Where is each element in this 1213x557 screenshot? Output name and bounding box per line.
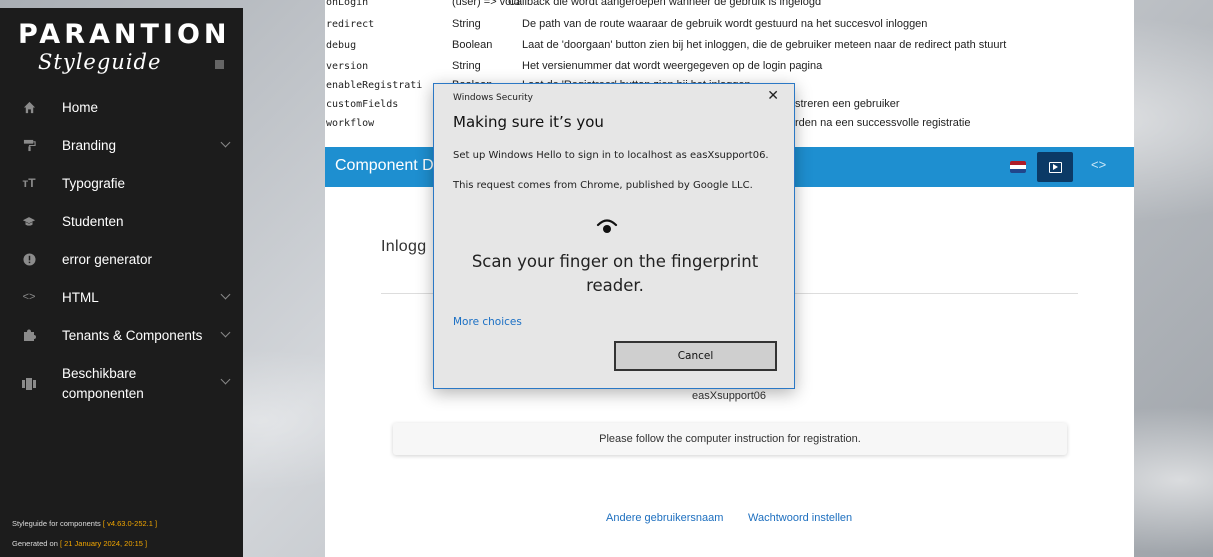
cancel-button[interactable]: Cancel: [614, 341, 777, 371]
sidebar-item-tenants-components[interactable]: Tenants & Components: [0, 316, 243, 354]
fingerprint-icon: [596, 216, 618, 236]
generated-date: [ 21 January 2024, 20:15 ]: [59, 539, 148, 548]
sidebar-item-label: Branding: [62, 137, 117, 153]
other-username-link[interactable]: Andere gebruikersnaam: [606, 512, 723, 524]
home-icon: [22, 100, 36, 114]
generated-label: Generated on: [12, 539, 58, 548]
dialog-message: Set up Windows Hello to sign in to local…: [453, 150, 769, 161]
param-name: redirect: [326, 19, 375, 30]
param-description: Laat de 'doorgaan' button zien bij het i…: [522, 39, 1007, 51]
sidebar-item-beschikbare-componenten[interactable]: Beschikbare componenten: [0, 354, 243, 414]
sidebar-item-label: error generator: [62, 251, 153, 267]
sidebar-item-studenten[interactable]: Studenten: [0, 202, 243, 240]
sidebar-item-label: Home: [62, 99, 99, 115]
scan-instruction: Scan your finger on the fingerprint read…: [471, 252, 759, 295]
sidebar-item-home[interactable]: Home: [0, 88, 243, 126]
sidebar-item-label: Studenten: [62, 213, 124, 229]
logo[interactable]: PARANTION Styleguide: [18, 20, 228, 86]
sidebar-item-label: Beschikbare componenten: [62, 366, 144, 401]
param-name: onLogin: [326, 0, 369, 8]
version-footer: Styleguide for components [ v4.63.0-252.…: [12, 519, 157, 528]
chevron-down-icon[interactable]: [220, 374, 231, 385]
logo-square: [215, 60, 224, 69]
dialog-caption: Windows Security: [453, 93, 533, 103]
sidebar-item-typografie[interactable]: тТ Typografie: [0, 164, 243, 202]
puzzle-icon: [22, 328, 36, 342]
instruction-notice: Please follow the computer instruction f…: [393, 423, 1067, 455]
windows-security-dialog: Windows Security ✕ Making sure it’s you …: [433, 83, 795, 389]
param-name: version: [326, 61, 369, 72]
close-icon[interactable]: ✕: [767, 88, 779, 104]
code-icon: <>: [22, 291, 36, 303]
sidebar-item-html[interactable]: <> HTML: [0, 278, 243, 316]
sidebar-nav: Home Branding тТ Typografie Studenten er…: [0, 88, 243, 414]
login-heading: Inlogg: [381, 238, 427, 255]
logo-title: PARANTION: [18, 19, 231, 50]
param-description: De path van de route waaraar de gebruik …: [522, 18, 928, 30]
preview-icon: [1048, 161, 1062, 173]
param-name: workflow: [326, 118, 375, 129]
more-choices-link[interactable]: More choices: [453, 316, 522, 328]
logo-subtitle: Styleguide: [38, 50, 162, 74]
chevron-down-icon[interactable]: [220, 289, 231, 300]
param-type: String: [452, 60, 481, 72]
username-label: easXsupport06: [692, 390, 766, 402]
exclamation-circle-icon: [22, 252, 36, 266]
version-label: Styleguide for components: [12, 519, 101, 528]
paint-roller-icon: [22, 138, 36, 152]
param-type: String: [452, 18, 481, 30]
preview-toggle-button[interactable]: [1037, 152, 1073, 182]
param-type: Boolean: [452, 39, 493, 51]
set-password-link[interactable]: Wachtwoord instellen: [748, 512, 852, 524]
sidebar-item-error-generator[interactable]: error generator: [0, 240, 243, 278]
graduation-cap-icon: [22, 214, 36, 228]
sidebar-item-branding[interactable]: Branding: [0, 126, 243, 164]
generated-footer: Generated on [ 21 January 2024, 20:15 ]: [12, 539, 147, 548]
sidebar-item-label: HTML: [62, 289, 99, 305]
param-name: customFields: [326, 99, 399, 110]
sidebar-item-label: Typografie: [62, 175, 126, 191]
param-description: rden na een successvolle registratie: [795, 117, 971, 129]
sidebar-item-label: Tenants & Components: [62, 327, 203, 343]
dialog-source: This request comes from Chrome, publishe…: [453, 180, 753, 191]
sidebar: PARANTION Styleguide Home Branding тТ Ty…: [0, 8, 243, 557]
dialog-title: Making sure it’s you: [453, 113, 604, 131]
chevron-down-icon[interactable]: [220, 137, 231, 148]
param-description: streren een gebruiker: [795, 98, 900, 110]
version-value: [ v4.63.0-252.1 ]: [102, 519, 158, 528]
columns-icon: [22, 377, 36, 391]
component-title: Component D: [335, 157, 434, 174]
param-description: Callback die wordt aangeroepen wanneer d…: [508, 0, 822, 8]
param-name: debug: [326, 40, 357, 51]
chevron-down-icon[interactable]: [220, 327, 231, 338]
param-name: enableRegistrati: [326, 80, 423, 91]
code-toggle-button[interactable]: <>: [1091, 157, 1106, 172]
param-description: Het versienummer dat wordt weergegeven o…: [522, 60, 823, 72]
text-height-icon: тТ: [22, 176, 36, 190]
dutch-flag-icon[interactable]: [1010, 161, 1026, 173]
